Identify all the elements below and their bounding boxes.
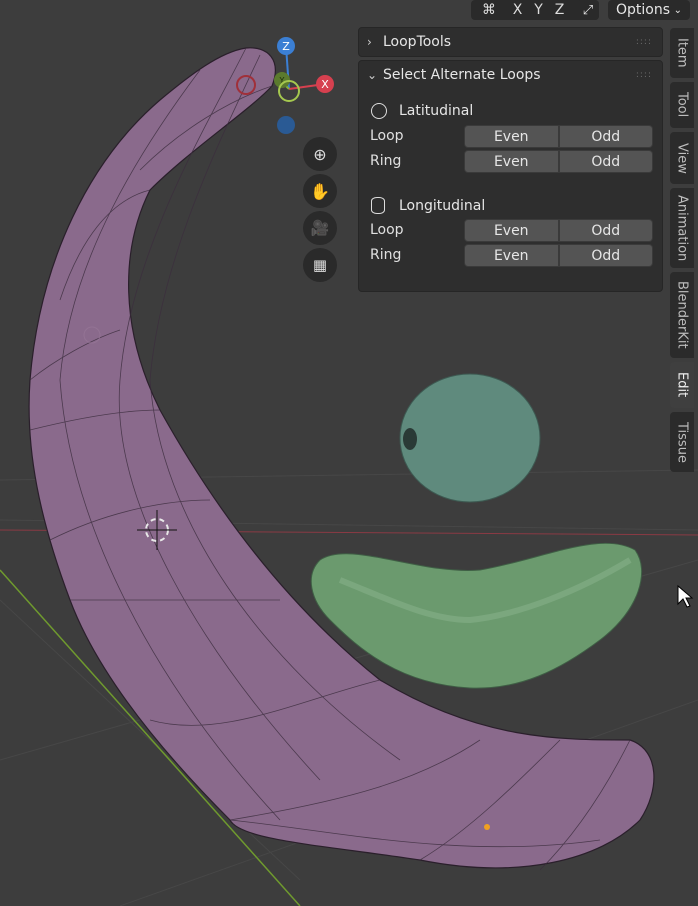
longitudinal-label: Longitudinal [399,197,486,214]
camera-view-button[interactable]: 🎥 [303,211,337,245]
circle-icon [371,103,387,119]
latitudinal-loop-label: Loop [370,128,404,144]
sphere-object[interactable] [399,373,541,503]
zoom-button[interactable]: ⊕ [303,137,337,171]
chevron-right-icon: › [367,35,372,49]
tab-view-label: View [674,142,690,174]
longitudinal-loop-even-button[interactable]: Even [464,219,559,242]
origin-point [484,824,490,830]
butterfly-icon[interactable]: ⌘ [471,0,507,20]
longitudinal-loop-label: Loop [370,222,404,238]
mouse-pointer-icon [677,584,694,608]
perspective-toggle-button[interactable]: ▦ [303,248,337,282]
tab-tool-label: Tool [674,92,690,118]
chevron-down-icon: ⌄ [367,68,378,82]
snap-icon: ⤢ [582,2,594,18]
latitudinal-ring-even-button[interactable]: Even [464,150,559,173]
longitudinal-loop-buttons: Even Odd [464,219,653,242]
looptools-panel[interactable]: › LoopTools :::: [358,27,663,57]
latitudinal-loop-even-button[interactable]: Even [464,125,559,148]
camera-icon: 🎥 [310,219,330,237]
tab-edit[interactable]: Edit [670,362,694,408]
longitudinal-ring-label: Ring [370,247,402,263]
tab-tissue[interactable]: Tissue [670,412,694,472]
mirror-z-button[interactable]: Z [549,0,570,20]
tab-view[interactable]: View [670,132,694,184]
tab-tool[interactable]: Tool [670,82,694,128]
options-dropdown[interactable]: Options ⌄ [608,0,690,20]
select-alternate-title: Select Alternate Loops [383,67,541,83]
drag-handle-icon[interactable]: :::: [636,70,652,80]
gizmo-neg-z-axis[interactable] [277,116,295,134]
tab-edit-label: Edit [674,372,690,398]
latitudinal-label: Latitudinal [399,103,474,119]
mirror-x-button[interactable]: X [507,0,528,20]
longitudinal-section: Longitudinal [371,197,485,214]
longitudinal-ring-odd-button[interactable]: Odd [558,244,653,267]
cylinder-icon [371,197,385,214]
looptools-title: LoopTools [383,34,452,50]
select-alternate-loops-panel: ⌄ Select Alternate Loops :::: Latitudina… [358,60,663,292]
tab-tissue-label: Tissue [674,421,690,463]
gizmo-neg-x-axis[interactable] [236,75,256,95]
sphere-hole [403,428,417,450]
tab-item-label: Item [674,38,690,68]
tab-item[interactable]: Item [670,28,694,78]
3d-viewport[interactable]: ⌘ X Y Z ⤢ Options ⌄ Z X Y ⊕ ✋ 🎥 ▦ › Loop… [0,0,698,906]
snap-toggle-button[interactable]: ⤢ [577,0,599,20]
latitudinal-loop-odd-button[interactable]: Odd [558,125,653,148]
longitudinal-ring-even-button[interactable]: Even [464,244,559,267]
latitudinal-ring-buttons: Even Odd [464,150,653,173]
hand-icon: ✋ [310,181,330,201]
tab-animation[interactable]: Animation [670,188,694,268]
longitudinal-loop-odd-button[interactable]: Odd [558,219,653,242]
latitudinal-section: Latitudinal [371,103,473,119]
tab-blenderkit-label: BlenderKit [674,281,690,349]
gizmo-x-label: X [321,78,329,91]
pan-button[interactable]: ✋ [303,174,337,208]
tab-animation-label: Animation [674,194,690,262]
navigation-gizmo[interactable]: Z X Y [230,30,340,140]
tab-blenderkit[interactable]: BlenderKit [670,272,694,358]
latitudinal-loop-buttons: Even Odd [464,125,653,148]
drag-handle-icon[interactable]: :::: [636,37,652,47]
latitudinal-ring-odd-button[interactable]: Odd [558,150,653,173]
select-alternate-header[interactable]: ⌄ Select Alternate Loops :::: [359,61,662,89]
looptools-header[interactable]: › LoopTools :::: [359,28,662,56]
mirror-y-button[interactable]: Y [528,0,549,20]
longitudinal-ring-buttons: Even Odd [464,244,653,267]
options-label: Options [616,2,671,18]
latitudinal-ring-label: Ring [370,153,402,169]
zoom-icon: ⊕ [313,144,327,164]
gizmo-z-label: Z [282,40,290,53]
grid-icon: ▦ [312,256,328,274]
chevron-down-icon: ⌄ [673,4,682,16]
